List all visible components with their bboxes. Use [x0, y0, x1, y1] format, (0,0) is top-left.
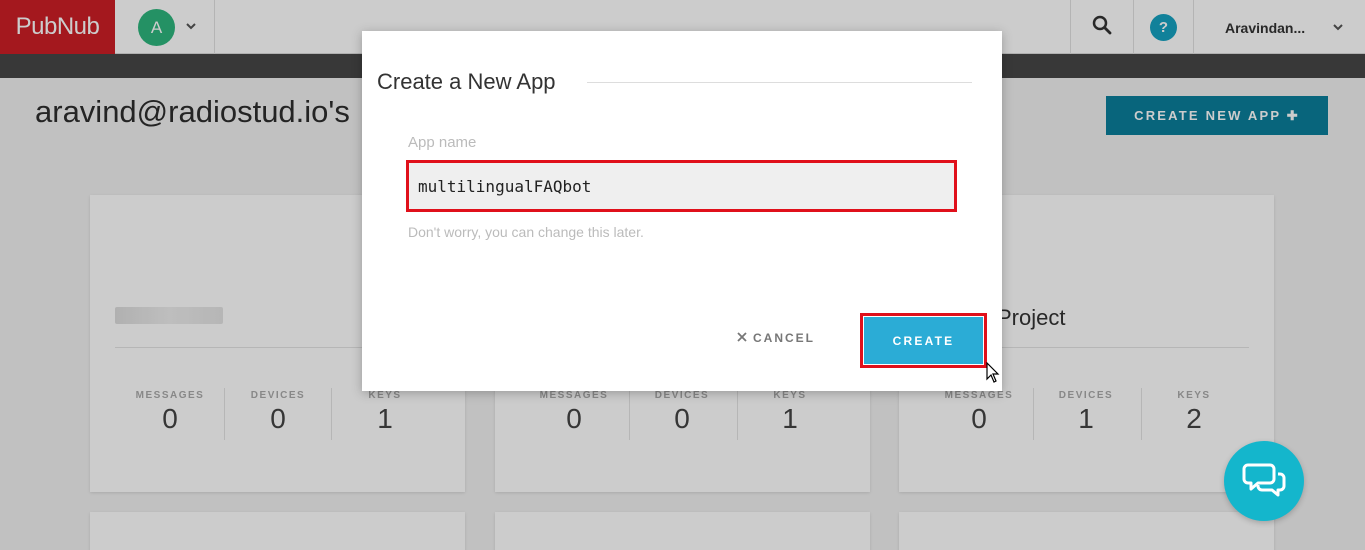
app-name-label: App name — [408, 134, 477, 151]
app-name-input[interactable] — [409, 163, 954, 209]
app-name-hint: Don't worry, you can change this later. — [408, 224, 644, 240]
chat-bubbles-icon — [1242, 461, 1286, 502]
cancel-button[interactable]: CANCEL — [737, 331, 815, 345]
cancel-label: CANCEL — [753, 331, 815, 345]
chat-support-button[interactable] — [1224, 441, 1304, 521]
create-button[interactable]: CREATE — [864, 317, 983, 364]
modal-title: Create a New App — [377, 69, 556, 94]
create-app-modal: Create a New App App name Don't worry, y… — [362, 31, 1002, 391]
close-icon — [737, 331, 747, 345]
divider — [587, 82, 972, 83]
cursor-icon — [986, 361, 1000, 389]
